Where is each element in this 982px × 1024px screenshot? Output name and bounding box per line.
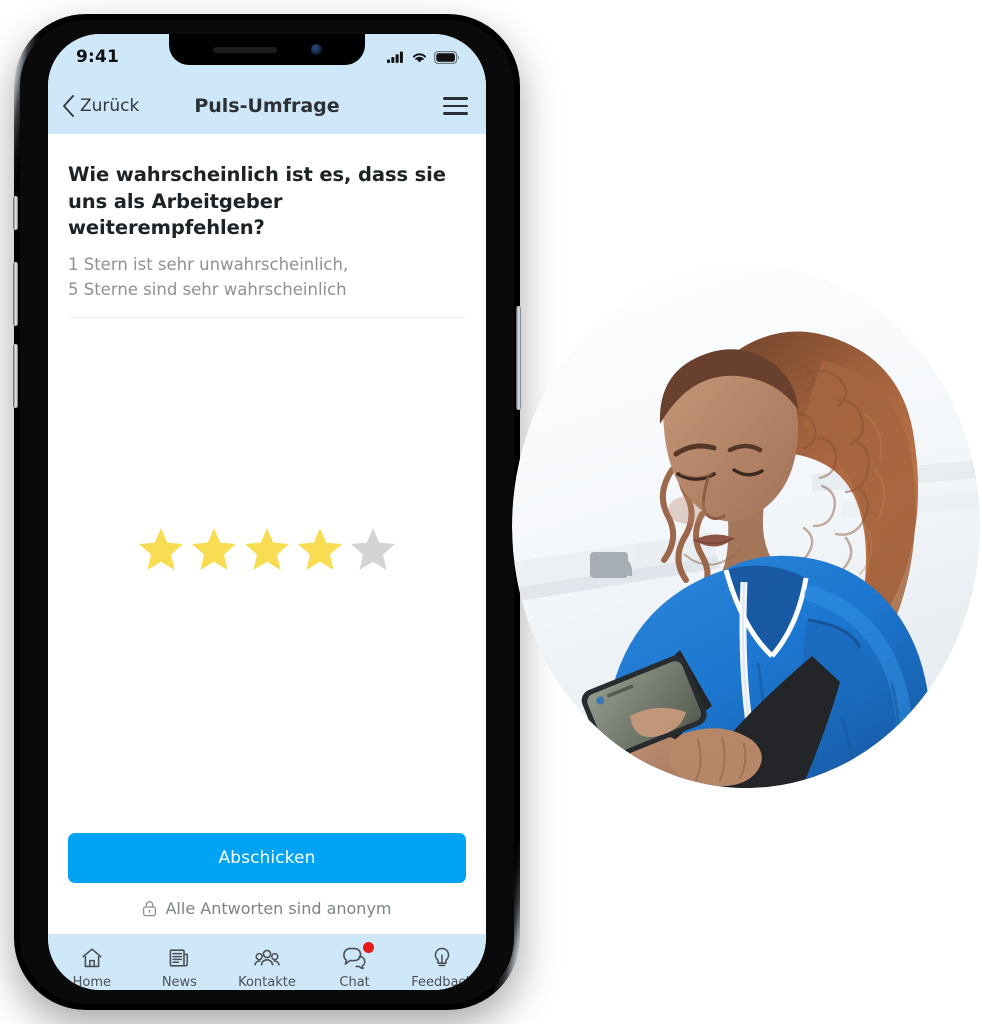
notch <box>169 34 365 65</box>
nurse-with-phone-illustration <box>512 264 980 788</box>
earpiece-speaker-icon <box>212 46 277 53</box>
notification-badge <box>363 942 375 953</box>
survey-hint: 1 Stern ist sehr unwahrscheinlich, 5 Ste… <box>68 253 466 303</box>
survey-hint-line2: 5 Sterne sind sehr wahrscheinlich <box>68 279 347 299</box>
volume-down-button[interactable] <box>13 344 18 408</box>
power-button[interactable] <box>516 306 521 410</box>
volume-up-button[interactable] <box>13 262 18 326</box>
tab-label: Kontakte <box>238 975 296 990</box>
submit-area: Abschicken Alle Antworten sind anonym <box>48 833 486 934</box>
lightbulb-icon <box>431 945 453 970</box>
survey-question: Wie wahrscheinlich ist es, dass sie uns … <box>68 163 446 240</box>
tab-label: Home <box>72 975 111 990</box>
tab-label: Feedback <box>411 975 474 990</box>
star-filled-icon[interactable] <box>244 526 290 572</box>
star-filled-icon[interactable] <box>297 526 343 572</box>
back-button[interactable]: Zurück <box>62 95 139 117</box>
survey-hint-line1: 1 Stern ist sehr unwahrscheinlich, <box>68 255 349 275</box>
tab-home[interactable]: Home <box>48 945 136 990</box>
status-icons <box>387 49 460 64</box>
phone-mockup: 9:41 Zurück Puls-Umfrage Wie wahrscheinl… <box>13 14 521 1010</box>
mute-switch-button[interactable] <box>13 196 18 230</box>
chevron-left-icon <box>63 95 74 117</box>
tab-kontakte[interactable]: Kontakte <box>223 945 311 990</box>
question-block: Wie wahrscheinlich ist es, dass sie uns … <box>48 134 486 303</box>
tab-label: News <box>161 975 197 990</box>
hamburger-menu-icon[interactable] <box>443 97 468 115</box>
contacts-icon <box>254 945 280 970</box>
star-filled-icon[interactable] <box>138 526 184 572</box>
wifi-icon <box>412 53 427 63</box>
lock-icon <box>143 901 157 917</box>
tab-chat[interactable]: Chat <box>311 942 399 990</box>
back-button-label: Zurück <box>80 96 140 116</box>
bottom-tab-bar: Home News Kontakte Chat Feedback <box>48 934 486 990</box>
star-empty-icon[interactable] <box>350 526 396 572</box>
status-time: 9:41 <box>76 47 120 67</box>
tab-label: Chat <box>339 975 370 990</box>
home-icon <box>80 945 104 970</box>
rating-area <box>48 318 486 833</box>
tab-news[interactable]: News <box>136 945 224 990</box>
star-rating[interactable] <box>138 526 396 572</box>
app-navbar: Zurück Puls-Umfrage <box>48 78 486 134</box>
anonymous-note-label: Alle Antworten sind anonym <box>165 899 392 918</box>
signal-icon <box>387 51 403 63</box>
survey-content: Wie wahrscheinlich ist es, dass sie uns … <box>48 134 486 934</box>
tab-feedback[interactable]: Feedback <box>398 945 486 990</box>
hero-photo <box>512 264 980 788</box>
chat-icon <box>342 942 375 970</box>
star-filled-icon[interactable] <box>191 526 237 572</box>
submit-button[interactable]: Abschicken <box>68 833 466 883</box>
anonymous-note: Alle Antworten sind anonym <box>68 899 466 918</box>
phone-screen: 9:41 Zurück Puls-Umfrage Wie wahrscheinl… <box>48 34 486 990</box>
news-icon <box>167 945 191 970</box>
battery-icon <box>434 50 460 64</box>
front-camera-icon <box>310 44 322 55</box>
